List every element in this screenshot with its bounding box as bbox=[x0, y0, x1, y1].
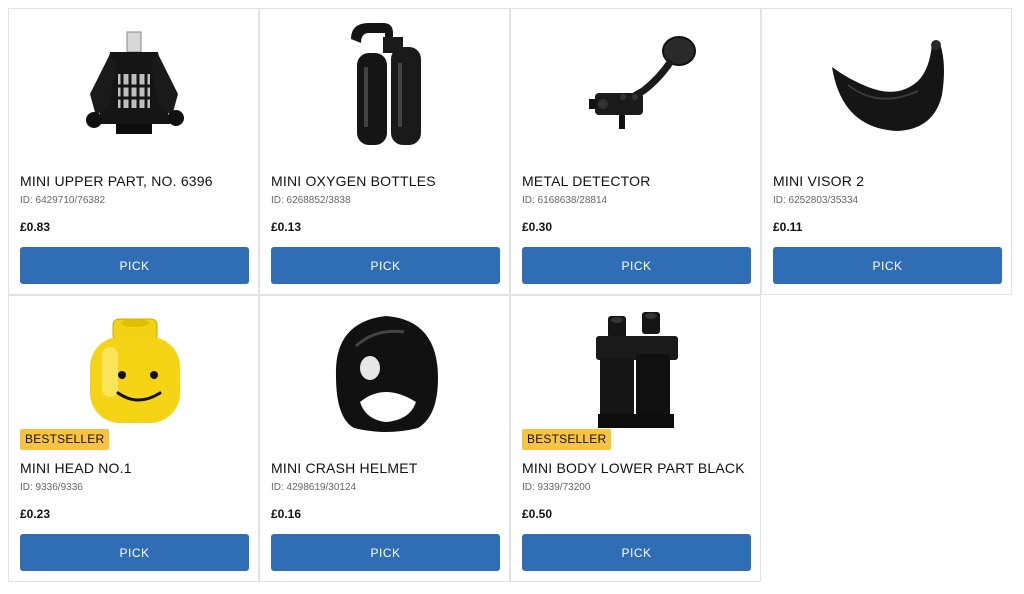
product-image[interactable] bbox=[260, 9, 511, 159]
oxygen-bottles-icon bbox=[350, 22, 421, 145]
product-price: £0.16 bbox=[271, 507, 302, 521]
product-image[interactable] bbox=[260, 296, 511, 446]
product-card: METAL DETECTOR ID: 6168638/28814 £0.30 P… bbox=[510, 8, 761, 295]
product-image[interactable] bbox=[762, 9, 1013, 159]
product-id: ID: 4298619/30124 bbox=[271, 482, 357, 493]
helmet-icon bbox=[335, 316, 438, 432]
product-id: ID: 6429710/76382 bbox=[20, 195, 106, 206]
product-name[interactable]: MINI UPPER PART, NO. 6396 bbox=[20, 173, 213, 189]
product-price: £0.83 bbox=[20, 220, 51, 234]
product-price: £0.50 bbox=[522, 507, 553, 521]
product-id: ID: 9336/9336 bbox=[20, 482, 83, 493]
head-icon bbox=[89, 318, 180, 423]
product-price: £0.23 bbox=[20, 507, 51, 521]
pick-button[interactable]: PICK bbox=[271, 247, 500, 284]
product-card: MINI OXYGEN BOTTLES ID: 6268852/3838 £0.… bbox=[259, 8, 510, 295]
product-id: ID: 6268852/3838 bbox=[271, 195, 351, 206]
product-name[interactable]: MINI VISOR 2 bbox=[773, 173, 864, 189]
product-card: MINI UPPER PART, NO. 6396 ID: 6429710/76… bbox=[8, 8, 259, 295]
bestseller-badge: BESTSELLER bbox=[522, 429, 612, 450]
product-card: BESTSELLER MINI BODY LOWER PART BLACK ID… bbox=[510, 295, 761, 582]
pick-button[interactable]: PICK bbox=[522, 247, 751, 284]
product-name[interactable]: MINI HEAD NO.1 bbox=[20, 460, 132, 476]
torso-icon bbox=[85, 31, 184, 134]
product-image[interactable] bbox=[511, 9, 762, 159]
bestseller-badge: BESTSELLER bbox=[20, 429, 110, 450]
product-image[interactable] bbox=[9, 9, 260, 159]
product-card: MINI VISOR 2 ID: 6252803/35334 £0.11 PIC… bbox=[761, 8, 1012, 295]
pick-button[interactable]: PICK bbox=[20, 247, 249, 284]
product-id: ID: 9339/73200 bbox=[522, 482, 591, 493]
pick-button[interactable]: PICK bbox=[271, 534, 500, 571]
product-card: MINI CRASH HELMET ID: 4298619/30124 £0.1… bbox=[259, 295, 510, 582]
product-name[interactable]: MINI OXYGEN BOTTLES bbox=[271, 173, 436, 189]
product-name[interactable]: METAL DETECTOR bbox=[522, 173, 651, 189]
product-id: ID: 6252803/35334 bbox=[773, 195, 859, 206]
product-id: ID: 6168638/28814 bbox=[522, 195, 608, 206]
product-price: £0.11 bbox=[773, 220, 803, 234]
product-name[interactable]: MINI CRASH HELMET bbox=[271, 460, 418, 476]
product-image[interactable] bbox=[511, 296, 762, 446]
pick-button[interactable]: PICK bbox=[20, 534, 249, 571]
pick-button[interactable]: PICK bbox=[773, 247, 1002, 284]
pick-button[interactable]: PICK bbox=[522, 534, 751, 571]
product-image[interactable] bbox=[9, 296, 260, 446]
product-price: £0.13 bbox=[271, 220, 302, 234]
visor-icon bbox=[831, 40, 944, 131]
product-price: £0.30 bbox=[522, 220, 553, 234]
legs-icon bbox=[595, 312, 678, 428]
metal-detector-icon bbox=[588, 36, 696, 129]
product-card: BESTSELLER MINI HEAD NO.1 ID: 9336/9336 … bbox=[8, 295, 259, 582]
product-name[interactable]: MINI BODY LOWER PART BLACK bbox=[522, 460, 745, 476]
